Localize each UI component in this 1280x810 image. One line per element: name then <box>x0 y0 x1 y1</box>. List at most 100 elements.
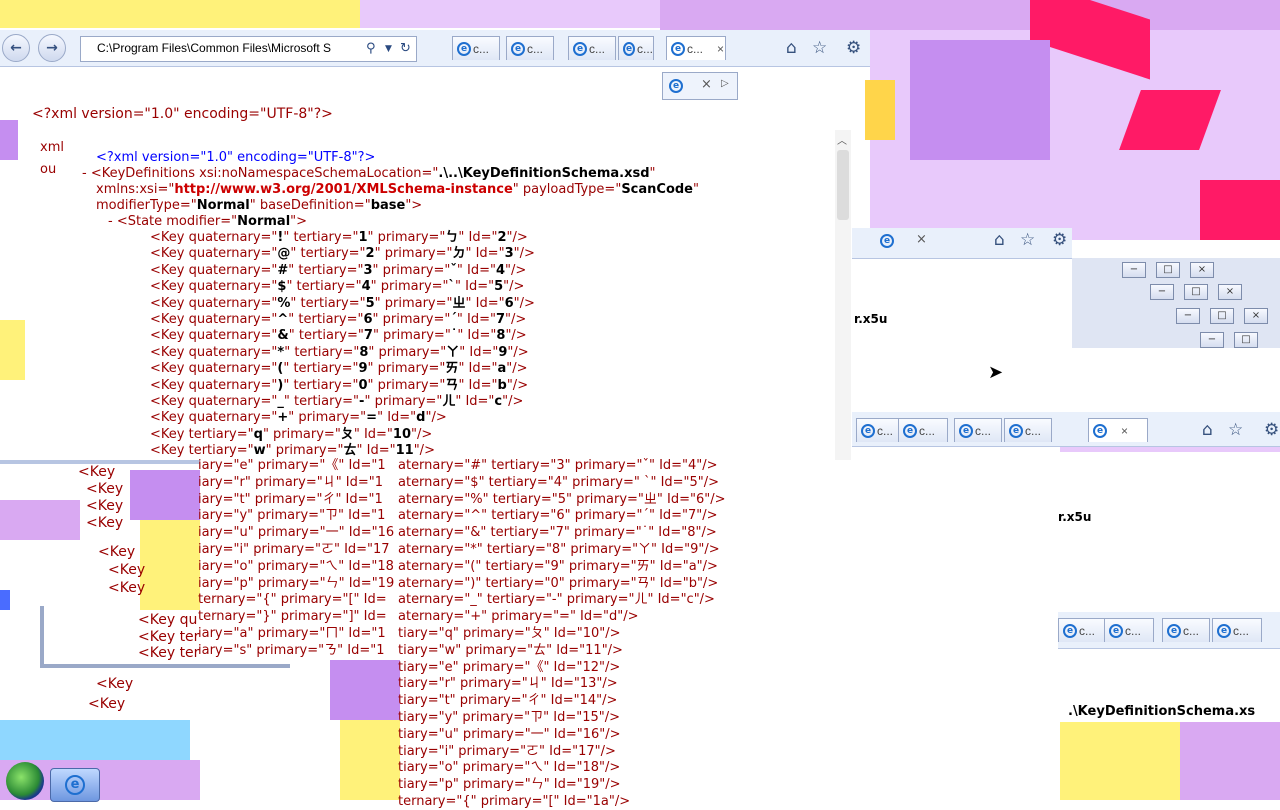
xml-right-line: tiary="e" primary="《" Id="12"/> <box>398 659 621 675</box>
maximize-button[interactable]: □ <box>1210 308 1234 324</box>
ie-icon: e <box>671 41 685 56</box>
minimize-button[interactable]: − <box>1176 308 1200 324</box>
browser-toolbar: ← → C:\Program Files\Common Files\Micros… <box>0 30 870 67</box>
xml-fragment: <Key <box>108 580 146 596</box>
back-button[interactable]: ← <box>2 34 30 62</box>
xml-fragment: <Key <box>96 676 134 692</box>
search-icon[interactable]: ⚲ <box>366 41 376 56</box>
xml-key-line: <Key quaternary="*" tertiary="8" primary… <box>150 344 529 360</box>
maximize-button[interactable]: □ <box>1184 284 1208 300</box>
xml-fragment: xml <box>40 140 64 155</box>
tab[interactable]: e c... <box>856 418 904 442</box>
glitch-block <box>0 720 190 760</box>
vertical-scrollbar[interactable]: ︿ <box>835 130 851 460</box>
tab[interactable]: e c... <box>898 418 948 442</box>
home-icon[interactable]: ⌂ <box>786 38 797 58</box>
xml-key-line: <Key quaternary=")" tertiary="0" primary… <box>150 377 529 393</box>
minimize-button[interactable]: − <box>1200 332 1224 348</box>
tab-fragment[interactable]: e × ▷ <box>662 72 738 100</box>
browser-toolbar-secondary: e c... e c... e c... e c... e × ⌂ ☆ ⚙ <box>852 412 1280 447</box>
tab[interactable]: e c... <box>618 36 654 60</box>
tab[interactable]: e c... <box>1162 618 1210 642</box>
xml-right-line: aternary="(" tertiary="9" primary="ㄞ" Id… <box>398 558 718 574</box>
xml-fragment: <Key <box>86 515 124 531</box>
tab[interactable]: e c... <box>1104 618 1154 642</box>
start-button[interactable] <box>6 762 44 800</box>
chevron-down-icon[interactable]: ▼ <box>385 44 392 54</box>
tab[interactable]: e c... <box>1212 618 1262 642</box>
close-icon[interactable]: × <box>717 42 724 56</box>
forward-button[interactable]: → <box>38 34 66 62</box>
close-icon[interactable]: × <box>701 77 712 92</box>
home-icon[interactable]: ⌂ <box>1202 420 1213 440</box>
glitch-block <box>0 590 10 610</box>
tab[interactable]: e c... <box>954 418 1002 442</box>
glitch-block <box>130 470 200 520</box>
maximize-button[interactable]: □ <box>1234 332 1258 348</box>
xml-right-line: aternary="#" tertiary="3" primary="ˇ" Id… <box>398 458 718 473</box>
close-button[interactable]: × <box>1244 308 1268 324</box>
glitch-block <box>140 520 200 610</box>
glitch-block <box>340 720 400 800</box>
maximize-button[interactable]: □ <box>1156 262 1180 278</box>
tab[interactable]: e c... <box>1058 618 1106 642</box>
gear-icon[interactable]: ⚙ <box>846 38 861 58</box>
xml-right-line: aternary="$" tertiary="4" primary=" ˋ" I… <box>398 474 720 490</box>
secondary-window-body: r.x5u ➤ <box>852 260 1072 410</box>
xml-declaration-outer: <?xml version="1.0" encoding="UTF-8"?> <box>32 106 333 122</box>
xml-right-line: tiary="q" primary="ㄆ" Id="10"/> <box>398 626 621 641</box>
xml-overlay-line: ternary="}" primary="]" Id= <box>198 609 387 625</box>
close-icon[interactable]: × <box>1121 424 1128 438</box>
xml-overlay-line: iary="o" primary="ㄟ" Id="18 <box>198 558 394 574</box>
glitch-block <box>1200 180 1280 240</box>
ie-icon: e <box>65 775 85 795</box>
taskbar-ie-button[interactable]: e <box>50 768 100 802</box>
chevron-right-icon[interactable]: ▷ <box>721 78 729 89</box>
xml-right-line: tiary="p" primary="ㄣ" Id="19"/> <box>398 777 621 793</box>
star-icon[interactable]: ☆ <box>812 38 827 58</box>
ie-icon: e <box>457 41 471 56</box>
tab[interactable]: e c... <box>452 36 500 60</box>
tab[interactable]: e c... <box>568 36 616 60</box>
gear-icon[interactable]: ⚙ <box>1264 420 1279 440</box>
star-icon[interactable]: ☆ <box>1228 420 1243 440</box>
minimize-button[interactable]: − <box>1122 262 1146 278</box>
ie-icon: e <box>669 79 683 93</box>
xml-overlay-line: iary="i" primary="ㄛ" Id="17 <box>198 542 390 557</box>
close-button[interactable]: × <box>1190 262 1214 278</box>
gear-icon[interactable]: ⚙ <box>1052 230 1067 250</box>
xml-overlay-line: iary="r" primary="ㄐ" Id="1 <box>198 474 384 490</box>
scroll-thumb[interactable] <box>837 150 849 220</box>
xml-overlay-line: ternary="{" primary="[" Id= <box>198 592 387 608</box>
refresh-icon[interactable]: ↻ <box>400 41 411 56</box>
tab[interactable]: e c... <box>1004 418 1052 442</box>
xml-right-line: tiary="t" primary="ㄔ" Id="14"/> <box>398 693 618 709</box>
window-edge <box>40 606 44 668</box>
xml-right-line: tiary="w" primary="ㄊ" Id="11"/> <box>398 642 623 658</box>
xml-fragment: ou <box>40 162 57 177</box>
xml-overlay-line: iary="s" primary="ㄋ" Id="1 <box>198 642 385 658</box>
xml-fragment: <Key <box>88 696 126 712</box>
glitch-block <box>0 120 18 160</box>
tab-active[interactable]: e × <box>1088 418 1148 442</box>
xml-key-line: <Key quaternary="$" tertiary="4" primary… <box>150 279 525 295</box>
minimize-button[interactable]: − <box>1150 284 1174 300</box>
tab-active[interactable]: e c... × <box>666 36 726 60</box>
glitch-block <box>0 0 360 28</box>
address-bar[interactable]: C:\Program Files\Common Files\Microsoft … <box>80 36 417 62</box>
xml-root-line-3: modifierType="Normal" baseDefinition="ba… <box>96 198 423 213</box>
window-stack: − □ × − □ × − □ × − □ <box>1072 258 1280 348</box>
tab[interactable]: e c... <box>506 36 554 60</box>
star-icon[interactable]: ☆ <box>1020 230 1035 250</box>
xml-right-line: tiary="r" primary="ㄐ" Id="13"/> <box>398 676 618 692</box>
home-icon[interactable]: ⌂ <box>994 230 1005 250</box>
close-button[interactable]: × <box>1218 284 1242 300</box>
xml-right-line: aternary="+" primary="=" Id="d"/> <box>398 609 639 625</box>
ie-icon: e <box>573 41 587 56</box>
xml-overlay-line: iary="a" primary="ㄇ" Id="1 <box>198 626 386 641</box>
glitch-block <box>865 80 895 140</box>
xml-right-line: aternary="*" tertiary="8" primary="ㄚ" Id… <box>398 542 720 557</box>
close-icon[interactable]: × <box>916 232 927 247</box>
chevron-up-icon[interactable]: ︿ <box>837 132 847 147</box>
glitch-block <box>0 320 25 380</box>
